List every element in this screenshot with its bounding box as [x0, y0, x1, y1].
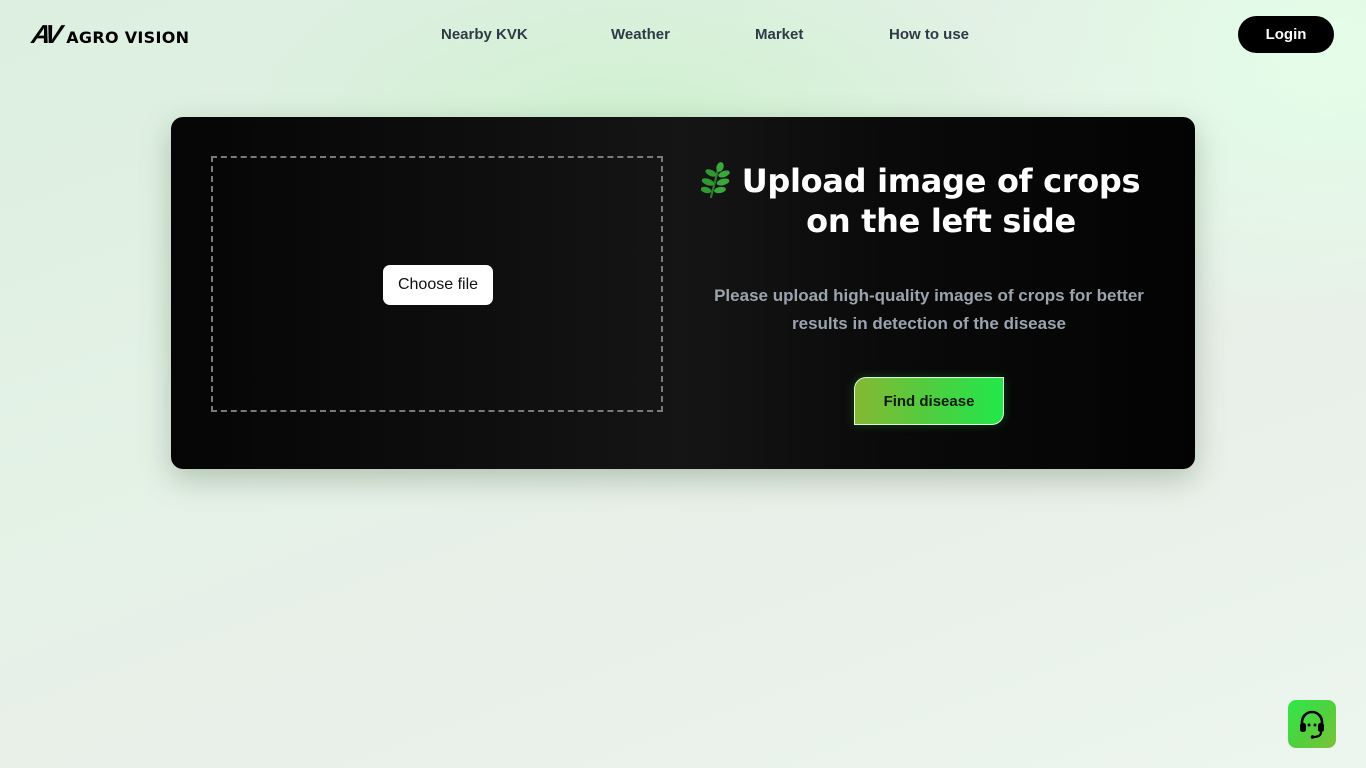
nav-link-weather[interactable]: Weather: [611, 26, 670, 43]
upload-description: Please upload high-quality images of cro…: [714, 286, 1144, 333]
upload-card: Choose file Upload image of crops on the…: [171, 117, 1195, 469]
image-drop-zone[interactable]: Choose file: [211, 156, 663, 412]
headset-icon: [1296, 708, 1328, 740]
nav-link-market[interactable]: Market: [755, 26, 803, 43]
top-navbar: AV AGRO VISION Nearby KVK Weather Market…: [0, 0, 1366, 70]
login-button[interactable]: Login: [1238, 16, 1334, 53]
nav-link-nearby-kvk[interactable]: Nearby KVK: [441, 26, 528, 43]
support-button[interactable]: [1288, 700, 1336, 748]
choose-file-button[interactable]: Choose file: [383, 265, 493, 305]
nav-link-how-to-use[interactable]: How to use: [889, 26, 969, 43]
upload-title-line1: Upload image of crops: [741, 162, 1141, 200]
upload-title-line2: on the left side: [806, 202, 1076, 240]
upload-title: Upload image of crops on the left side: [731, 161, 1151, 241]
main-nav: Nearby KVK Weather Market How to use: [0, 24, 1366, 46]
leaf-icon: [700, 161, 731, 199]
find-disease-button[interactable]: Find disease: [854, 377, 1004, 425]
